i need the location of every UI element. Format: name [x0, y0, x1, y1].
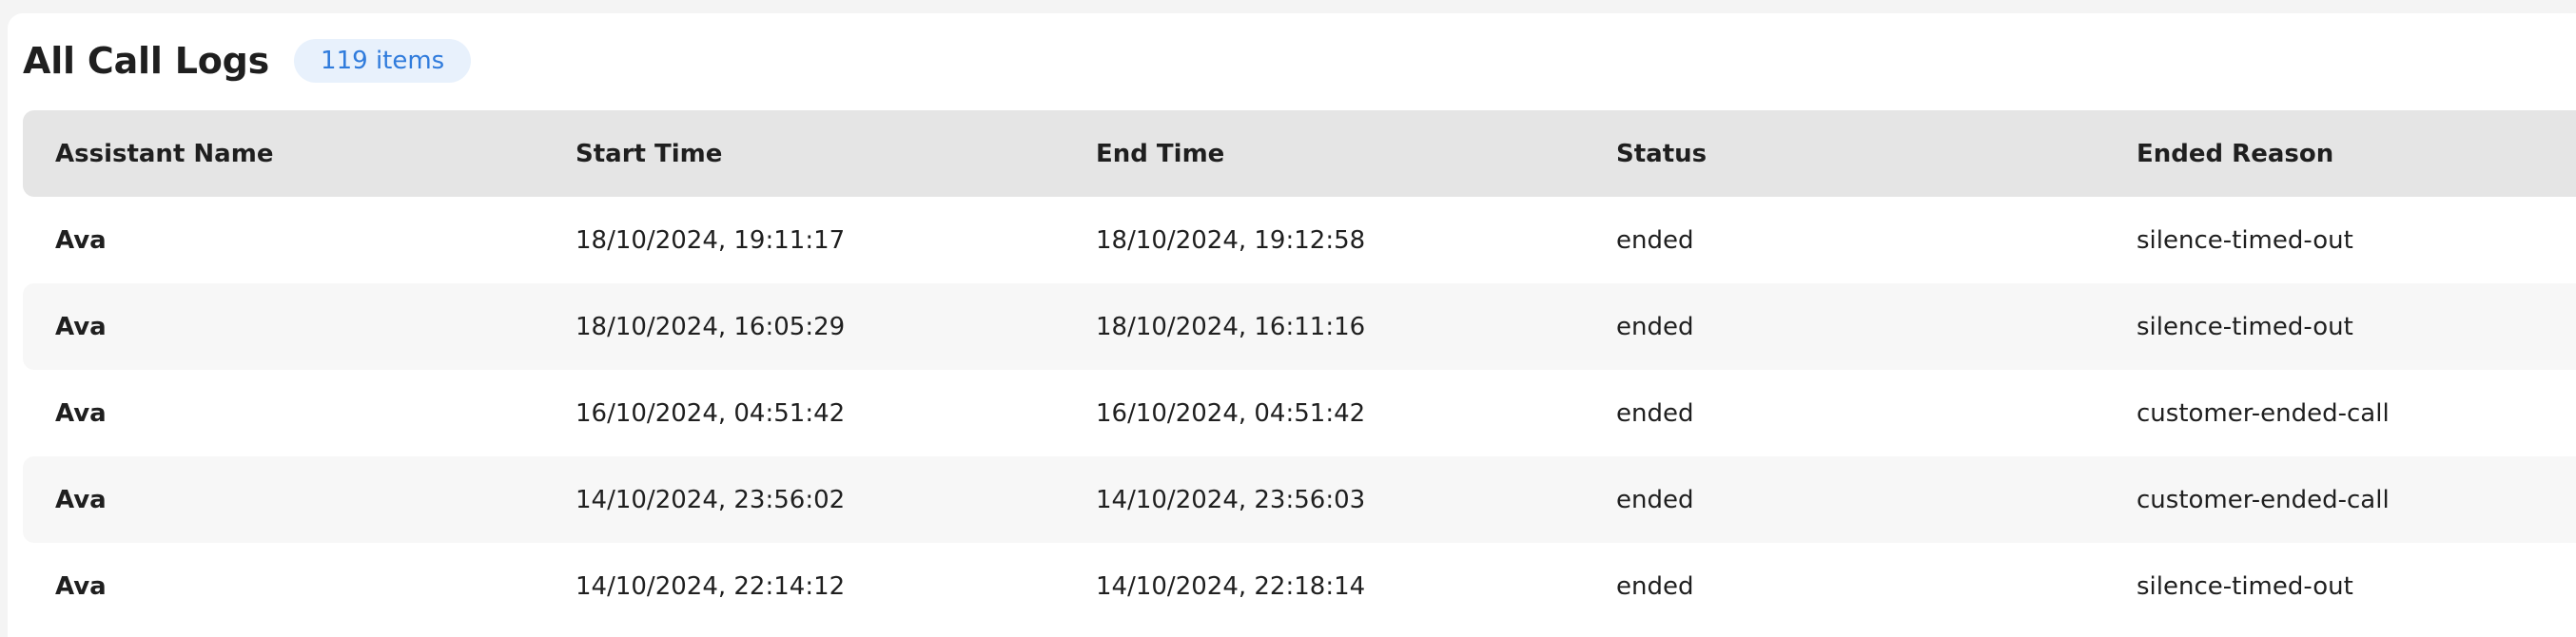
page-title: All Call Logs: [23, 40, 270, 82]
table-row[interactable]: Ava 14/10/2024, 22:14:12 14/10/2024, 22:…: [23, 543, 2576, 629]
table-row[interactable]: Ava 16/10/2024, 04:51:42 16/10/2024, 04:…: [23, 370, 2576, 456]
column-header-end-time[interactable]: End Time: [1064, 140, 1584, 168]
cell-assistant-name: Ava: [55, 485, 107, 514]
cell-status: ended: [1616, 225, 1694, 255]
title-row: All Call Logs 119 items: [23, 34, 472, 87]
cell-ended-reason: silence-timed-out: [2137, 571, 2353, 601]
column-header-assistant-name[interactable]: Assistant Name: [23, 140, 543, 168]
table-row[interactable]: Ava 14/10/2024, 23:56:02 14/10/2024, 23:…: [23, 456, 2576, 543]
cell-start-time: 18/10/2024, 16:05:29: [576, 312, 846, 341]
cell-status: ended: [1616, 398, 1694, 428]
cell-end-time: 14/10/2024, 23:56:03: [1096, 485, 1366, 514]
items-count-badge: 119 items: [294, 39, 472, 83]
column-header-ended-reason[interactable]: Ended Reason: [2104, 140, 2576, 168]
cell-assistant-name: Ava: [55, 225, 107, 255]
cell-ended-reason: customer-ended-call: [2137, 398, 2390, 428]
table-row[interactable]: Ava 18/10/2024, 19:11:17 18/10/2024, 19:…: [23, 197, 2576, 283]
table-header-row: Assistant Name Start Time End Time Statu…: [23, 110, 2576, 197]
cell-end-time: 18/10/2024, 16:11:16: [1096, 312, 1366, 341]
column-header-start-time[interactable]: Start Time: [543, 140, 1064, 168]
cell-status: ended: [1616, 571, 1694, 601]
cell-ended-reason: silence-timed-out: [2137, 225, 2353, 255]
cell-start-time: 14/10/2024, 23:56:02: [576, 485, 846, 514]
cell-end-time: 16/10/2024, 04:51:42: [1096, 398, 1366, 428]
column-header-status[interactable]: Status: [1584, 140, 2104, 168]
cell-assistant-name: Ava: [55, 571, 107, 601]
call-logs-table: Assistant Name Start Time End Time Statu…: [23, 110, 2576, 629]
cell-start-time: 18/10/2024, 19:11:17: [576, 225, 846, 255]
cell-end-time: 14/10/2024, 22:18:14: [1096, 571, 1366, 601]
cell-status: ended: [1616, 485, 1694, 514]
cell-ended-reason: customer-ended-call: [2137, 485, 2390, 514]
cell-start-time: 16/10/2024, 04:51:42: [576, 398, 846, 428]
cell-status: ended: [1616, 312, 1694, 341]
cell-end-time: 18/10/2024, 19:12:58: [1096, 225, 1366, 255]
cell-start-time: 14/10/2024, 22:14:12: [576, 571, 846, 601]
cell-assistant-name: Ava: [55, 312, 107, 341]
cell-ended-reason: silence-timed-out: [2137, 312, 2353, 341]
table-row[interactable]: Ava 18/10/2024, 16:05:29 18/10/2024, 16:…: [23, 283, 2576, 370]
cell-assistant-name: Ava: [55, 398, 107, 428]
